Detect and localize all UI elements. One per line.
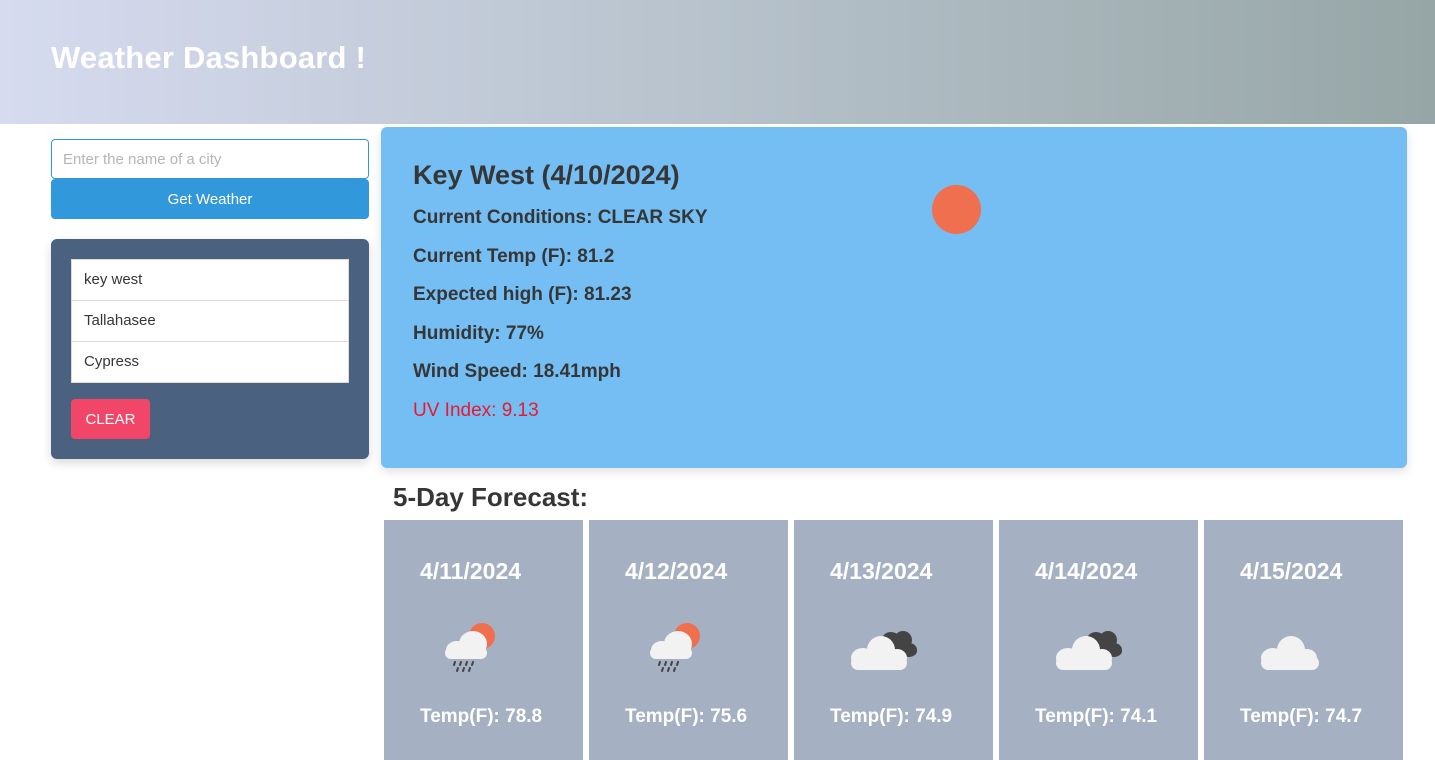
rain-sun-icon	[445, 623, 495, 672]
history-item-key-west[interactable]: key west	[72, 260, 348, 301]
header-banner: Weather Dashboard !	[0, 0, 1435, 124]
uv-index: UV Index: 9.13	[413, 400, 539, 421]
current-conditions: Current Conditions: CLEAR SKY	[413, 207, 708, 228]
broken-clouds-icon	[851, 631, 917, 670]
forecast-temp: Temp(F): 74.9	[830, 706, 953, 727]
forecast-date: 4/15/2024	[1240, 558, 1343, 584]
clear-sky-sun-icon	[932, 185, 981, 234]
history-item-cypress[interactable]: Cypress	[72, 342, 348, 382]
forecast-card: 4/15/2024 Temp(F): 74.7	[1204, 520, 1403, 760]
broken-clouds-icon	[1056, 631, 1122, 670]
forecast-temp: Temp(F): 75.6	[625, 706, 748, 727]
forecast-temp: Temp(F): 78.8	[420, 706, 543, 727]
clear-history-button[interactable]: CLEAR	[71, 399, 150, 439]
search-history-panel: key west Tallahasee Cypress CLEAR	[51, 239, 369, 459]
page-title: Weather Dashboard !	[51, 40, 367, 75]
history-list: key west Tallahasee Cypress	[71, 259, 349, 383]
expected-high: Expected high (F): 81.23	[413, 284, 632, 305]
current-temp: Current Temp (F): 81.2	[413, 246, 615, 267]
forecast-temp: Temp(F): 74.1	[1035, 706, 1158, 727]
wind-speed: Wind Speed: 18.41mph	[413, 361, 621, 382]
forecast-card: 4/11/2024 Temp(F): 78.8	[384, 520, 583, 760]
forecast-card: 4/14/2024 Temp(F): 74.1	[999, 520, 1198, 760]
forecast-date: 4/12/2024	[625, 558, 728, 584]
forecast-date: 4/14/2024	[1035, 558, 1138, 584]
rain-sun-icon	[650, 623, 700, 672]
current-weather-panel: Key West (4/10/2024) Current Conditions:…	[381, 127, 1407, 468]
forecast-card: 4/12/2024 Temp(F): 75.6	[589, 520, 788, 760]
current-city-title: Key West (4/10/2024)	[413, 160, 680, 190]
humidity: Humidity: 77%	[413, 323, 544, 344]
forecast-title: 5-Day Forecast:	[393, 482, 589, 512]
forecast-temp: Temp(F): 74.7	[1240, 706, 1363, 727]
city-search-input[interactable]	[51, 139, 369, 179]
cloud-icon	[1261, 636, 1319, 670]
history-item-tallahasee[interactable]: Tallahasee	[72, 301, 348, 342]
get-weather-button[interactable]: Get Weather	[51, 179, 369, 219]
forecast-card: 4/13/2024 Temp(F): 74.9	[794, 520, 993, 760]
forecast-date: 4/11/2024	[420, 558, 522, 584]
forecast-date: 4/13/2024	[830, 558, 933, 584]
